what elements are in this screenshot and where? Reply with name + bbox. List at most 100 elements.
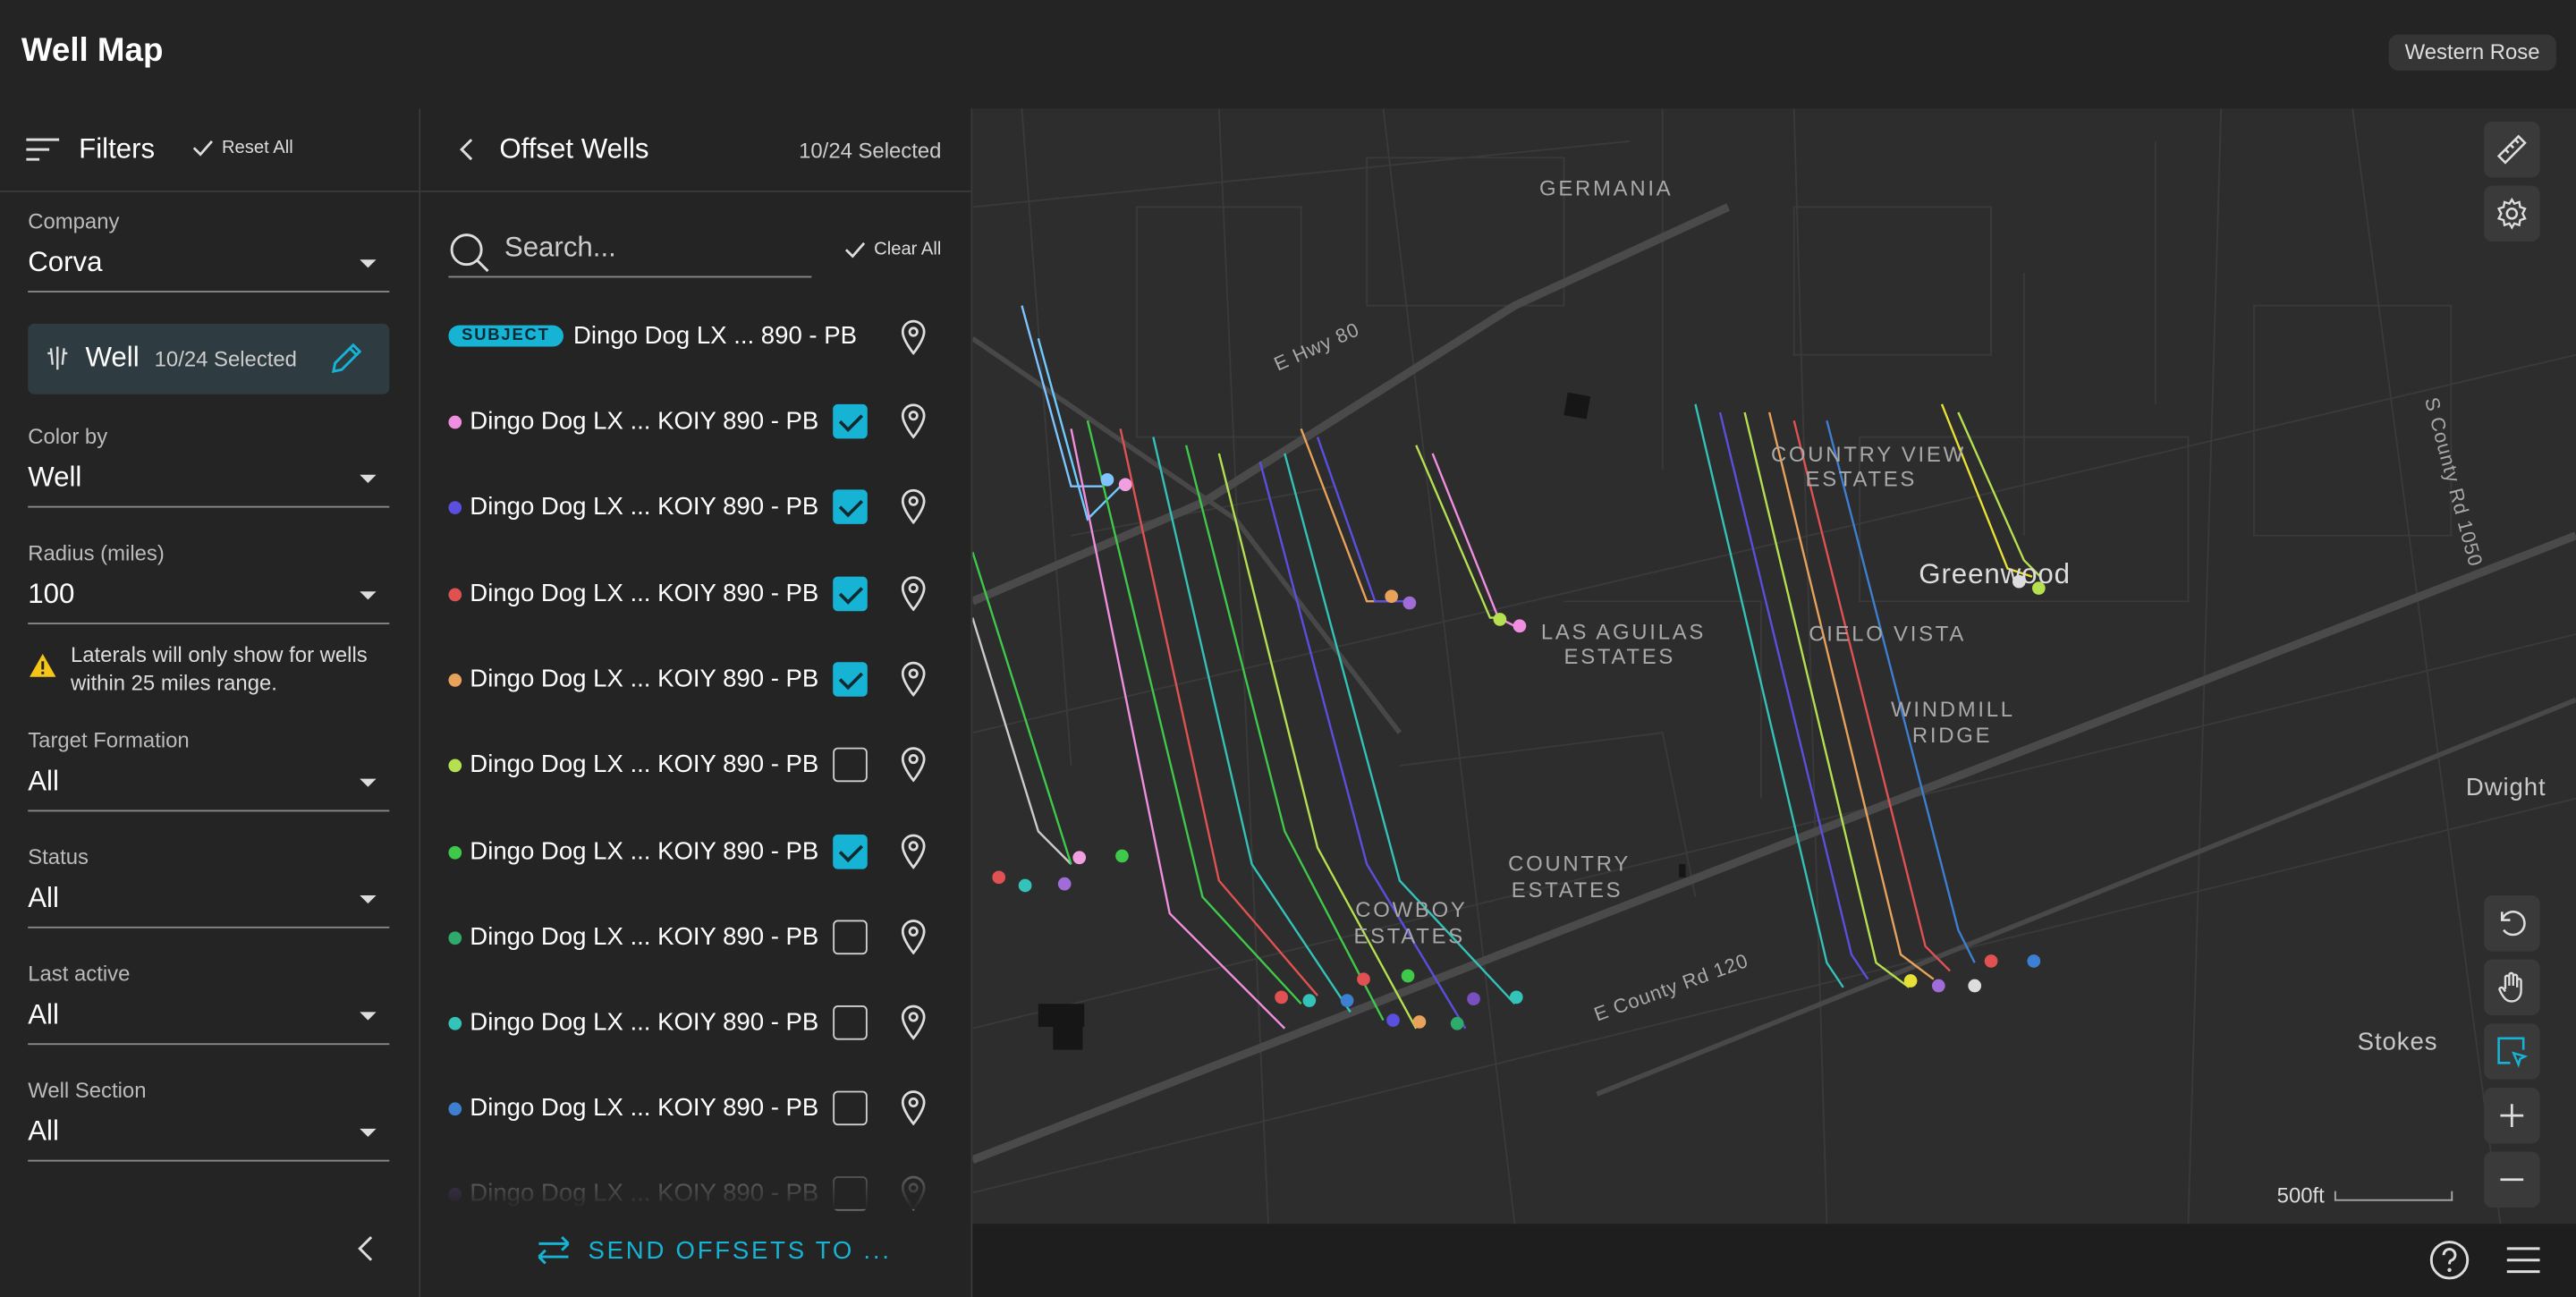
map-scale: 500ft [2277,1183,2453,1208]
search-field[interactable] [448,225,812,278]
map-label-germania: GERMANIA [1538,175,1674,201]
status-select[interactable]: All [28,879,390,928]
caret-down-icon [360,778,377,787]
well-section-select[interactable]: All [28,1112,390,1162]
caret-down-icon [360,895,377,904]
color-by-field[interactable]: Color by Well [28,423,390,508]
well-checkbox[interactable] [833,576,868,612]
last-active-field[interactable]: Last active All [28,961,390,1046]
location-pin-icon[interactable] [901,660,927,697]
clear-all-button[interactable]: Clear All [844,240,941,259]
location-pin-icon[interactable] [901,575,927,612]
map-label-country-view-1: COUNTRY VIEW [1770,442,1966,467]
company-field[interactable]: Company Corva [28,208,390,292]
well-checkbox[interactable] [833,1090,868,1126]
map-label-stokes: Stokes [2357,1028,2438,1056]
back-chevron-icon[interactable] [457,136,477,162]
filter-lines-icon[interactable] [25,136,61,162]
offset-well-row[interactable]: Dingo Dog LX ... KOIY 890 - PB [448,1088,941,1131]
box-select-button[interactable] [2484,1023,2540,1080]
status-field[interactable]: Status All [28,844,390,928]
list-fade [420,1159,971,1209]
settings-button[interactable] [2484,185,2540,242]
well-selector[interactable]: Well 10/24 Selected [28,323,390,394]
well-checkbox[interactable] [833,747,868,783]
well-checkbox[interactable] [833,489,868,524]
menu-icon[interactable] [2505,1243,2541,1276]
offset-title: Offset Wells [499,132,649,165]
well-checkbox[interactable] [833,662,868,697]
zoom-out-button[interactable] [2484,1151,2540,1208]
well-checkbox[interactable] [833,835,868,869]
well-section-label: Well Section [28,1077,147,1103]
offset-well-row[interactable]: Dingo Dog LX ... KOIY 890 - PB [448,744,941,787]
last-active-select[interactable]: All [28,996,390,1046]
location-pin-icon[interactable] [901,833,927,869]
company-value: Corva [28,246,103,278]
well-section-value: All [28,1115,59,1148]
well-name: Dingo Dog LX ... KOIY 890 - PB [470,750,819,779]
well-color-dot [448,501,462,514]
well-count: 10/24 Selected [154,346,297,372]
subject-well-row[interactable]: SUBJECT Dingo Dog LX ... 890 - PB [448,317,941,360]
map-label-cielo: CIELO VISTA [1809,621,1967,646]
company-badge[interactable]: Western Rose [2388,34,2556,71]
map-label-windmill-1: WINDMILL [1891,696,2015,722]
well-section-field[interactable]: Well Section All [28,1077,390,1162]
radius-label: Radius (miles) [28,540,165,565]
color-by-label: Color by [28,423,108,449]
location-pin-icon[interactable] [901,746,927,783]
target-formation-field[interactable]: Target Formation All [28,728,390,812]
offset-well-row[interactable]: Dingo Dog LX ... KOIY 890 - PB [448,487,941,530]
map-label-aguilas-2: ESTATES [1563,643,1676,669]
location-pin-icon[interactable] [901,318,927,355]
location-pin-icon[interactable] [901,919,927,955]
map-label-cowboy-2: ESTATES [1353,923,1465,948]
help-icon[interactable] [2428,1239,2471,1282]
warning-text: Laterals will only show for wells within… [70,642,368,695]
location-pin-icon[interactable] [901,403,927,439]
radius-field[interactable]: Radius (miles) 100 [28,540,390,624]
subject-badge: SUBJECT [448,325,564,347]
color-by-select[interactable]: Well [28,458,390,508]
offset-well-row[interactable]: Dingo Dog LX ... KOIY 890 - PB [448,573,941,616]
map-label-country-view-2: ESTATES [1805,466,1918,492]
plus-icon [2500,1104,2524,1127]
well-checkbox[interactable] [833,920,868,955]
location-pin-icon[interactable] [901,1004,927,1040]
map-canvas[interactable]: GERMANIA E Hwy 80 COUNTRY VIEW ESTATES G… [972,108,2576,1225]
ruler-button[interactable] [2484,121,2540,178]
zoom-in-button[interactable] [2484,1087,2540,1144]
well-checkbox[interactable] [833,1005,868,1040]
check-icon [192,140,213,157]
reset-rotation-button[interactable] [2484,895,2540,952]
offset-well-row[interactable]: Dingo Dog LX ... KOIY 890 - PB [448,1002,941,1045]
pencil-icon[interactable] [328,340,364,376]
search-input[interactable] [504,231,801,265]
gear-icon [2496,197,2527,230]
well-checkbox[interactable] [833,403,868,439]
offset-well-row[interactable]: Dingo Dog LX ... KOIY 890 - PB [448,917,941,960]
location-pin-icon[interactable] [901,1089,927,1126]
map-background [972,108,2576,1225]
pan-button[interactable] [2484,959,2540,1016]
offset-well-row[interactable]: Dingo Dog LX ... KOIY 890 - PB [448,401,941,444]
offset-well-row[interactable]: Dingo Dog LX ... KOIY 890 - PB [448,659,941,702]
hand-icon [2498,971,2522,1003]
radius-select[interactable]: 100 [28,575,390,624]
well-name: Dingo Dog LX ... KOIY 890 - PB [470,923,819,952]
offset-well-row[interactable]: Dingo Dog LX ... KOIY 890 - PB [448,831,941,874]
reset-all-button[interactable]: Reset All [192,138,293,157]
offset-header: Offset Wells 10/24 Selected [420,108,971,192]
map-label-aguilas-1: LAS AGUILAS [1540,619,1707,644]
send-offsets-button[interactable]: SEND OFFSETS TO ... [536,1235,892,1265]
app-root: Well Map Western Rose Filters Reset All … [0,0,2576,1297]
well-color-dot [448,845,462,860]
target-formation-select[interactable]: All [28,762,390,812]
offset-wells-panel: Offset Wells 10/24 Selected Clear All SU… [420,108,973,1297]
filters-header: Filters Reset All [0,108,419,192]
reset-all-label: Reset All [221,138,293,158]
collapse-panel-icon[interactable] [355,1233,378,1263]
company-select[interactable]: Corva [28,243,390,292]
location-pin-icon[interactable] [901,487,927,524]
